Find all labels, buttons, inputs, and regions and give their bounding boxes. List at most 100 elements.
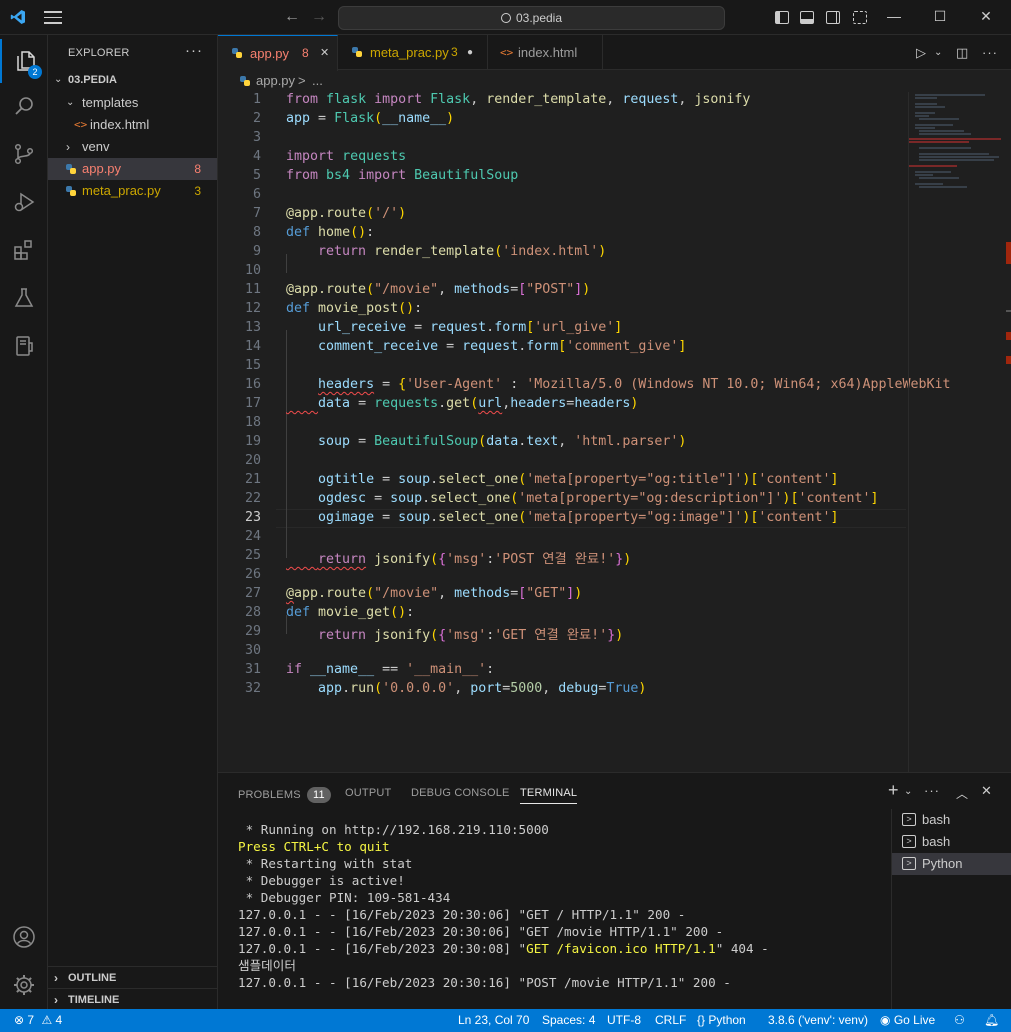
python-file-icon bbox=[240, 76, 250, 86]
outline-section[interactable]: › OUTLINE bbox=[48, 966, 217, 988]
timeline-section[interactable]: › TIMELINE bbox=[48, 988, 217, 1010]
unsaved-dot-icon: ● bbox=[467, 47, 474, 58]
code-line: @app.route("/movie", methods=["GET"]) bbox=[286, 586, 583, 601]
warning-count: 4 bbox=[55, 1013, 63, 1027]
chevron-right-icon: › bbox=[54, 971, 58, 985]
chevron-down-icon[interactable]: ⌄ bbox=[904, 786, 912, 797]
new-terminal-icon[interactable]: + bbox=[888, 780, 899, 801]
flask-icon bbox=[14, 288, 34, 307]
terminal-item-bash[interactable]: > bash bbox=[892, 809, 1011, 831]
chevron-down-icon[interactable]: ⌄ bbox=[934, 47, 942, 58]
breadcrumb: app.py > ... bbox=[218, 70, 1011, 92]
code-line: def movie_post(): bbox=[286, 301, 423, 316]
overview-error-marker bbox=[1006, 242, 1011, 264]
back-arrow-icon[interactable]: ← bbox=[284, 8, 300, 26]
toggle-panel-icon[interactable] bbox=[800, 11, 814, 24]
minimap[interactable] bbox=[908, 92, 1008, 772]
run-debug-activity[interactable] bbox=[0, 180, 48, 224]
remote-explorer-activity[interactable] bbox=[0, 324, 48, 368]
problems-status[interactable]: ⊗ 7 ⚠ 4 bbox=[14, 1009, 62, 1032]
encoding-status[interactable]: UTF-8 bbox=[607, 1009, 641, 1032]
warning-icon: ⚠ bbox=[41, 1013, 53, 1027]
close-tab-icon[interactable]: ✕ bbox=[320, 36, 329, 71]
explorer-badge: 2 bbox=[28, 65, 42, 79]
terminal-highlight: GET /favicon.ico HTTP/1.1 bbox=[526, 941, 716, 956]
tab-meta-prac-py[interactable]: meta_prac.py 3 ● bbox=[338, 35, 488, 70]
code-line: return render_template('index.html') bbox=[318, 244, 607, 259]
maximize-panel-icon[interactable]: ︿ bbox=[956, 785, 968, 802]
code-editor[interactable]: 1 2 3 4 5 6 7 8 9 10 11 12 13 14 15 16 17 18 19 20 21 22 23 24 2… bbox=[218, 92, 1011, 772]
forward-arrow-icon[interactable]: → bbox=[311, 8, 327, 26]
more-actions-icon[interactable]: ··· bbox=[185, 42, 203, 59]
manage-activity[interactable] bbox=[0, 963, 48, 1007]
line-number: 17 bbox=[244, 396, 261, 411]
explorer-title: EXPLORER bbox=[68, 47, 130, 59]
line-number: 21 bbox=[244, 472, 261, 487]
tab-output[interactable]: OUTPUT bbox=[345, 787, 391, 799]
tab-label: meta_prac.py bbox=[370, 45, 449, 60]
tab-terminal[interactable]: TERMINAL bbox=[520, 787, 578, 804]
language-mode[interactable]: {} Python bbox=[697, 1009, 746, 1032]
python-interpreter[interactable]: 3.8.6 ('venv': venv) bbox=[768, 1009, 868, 1032]
minimize-icon[interactable]: — bbox=[884, 8, 904, 24]
toggle-primary-sidebar-icon[interactable] bbox=[775, 11, 789, 24]
split-editor-icon[interactable]: ◫ bbox=[956, 45, 968, 61]
chevron-down-icon: ⌄ bbox=[54, 74, 63, 85]
source-control-activity[interactable] bbox=[0, 132, 48, 176]
breadcrumb-file[interactable]: app.py bbox=[256, 70, 295, 92]
line-number: 25 bbox=[244, 548, 261, 563]
more-actions-icon[interactable]: ··· bbox=[982, 45, 998, 60]
terminal-output[interactable]: * Running on http://192.168.219.110:5000… bbox=[238, 821, 769, 991]
more-actions-icon[interactable]: ··· bbox=[924, 783, 940, 798]
customize-layout-icon[interactable] bbox=[853, 11, 867, 24]
indentation-status[interactable]: Spaces: 4 bbox=[542, 1009, 595, 1032]
line-number: 22 bbox=[244, 491, 261, 506]
maximize-icon[interactable]: ☐ bbox=[930, 8, 950, 25]
line-number: 9 bbox=[252, 244, 261, 259]
feedback-icon[interactable]: ⚇ bbox=[954, 1009, 965, 1032]
breadcrumb-more[interactable]: ... bbox=[312, 70, 323, 92]
line-number: 4 bbox=[252, 149, 261, 164]
tab-problems[interactable]: PROBLEMS 11 bbox=[238, 787, 331, 803]
notifications-icon[interactable]: 🔔︎ bbox=[984, 1009, 999, 1032]
tab-index-html[interactable]: <> index.html bbox=[488, 35, 603, 70]
outline-label: OUTLINE bbox=[68, 972, 117, 984]
folder-root[interactable]: ⌄ 03.PEDIA bbox=[48, 69, 217, 91]
timeline-label: TIMELINE bbox=[68, 994, 120, 1006]
tab-label: app.py bbox=[250, 46, 290, 61]
testing-activity[interactable] bbox=[0, 276, 48, 320]
terminal-item-python[interactable]: > Python bbox=[892, 853, 1011, 875]
menu-icon[interactable] bbox=[44, 11, 62, 25]
go-live-button[interactable]: ◉ Go Live bbox=[880, 1009, 935, 1032]
gear-icon bbox=[14, 975, 34, 995]
tree-item-venv[interactable]: › venv bbox=[48, 136, 217, 158]
tree-item-index-html[interactable]: <> index.html bbox=[48, 114, 217, 136]
tab-debug-console[interactable]: DEBUG CONSOLE bbox=[411, 787, 510, 799]
tree-item-meta-prac-py[interactable]: meta_prac.py 3 bbox=[48, 180, 217, 202]
accounts-activity[interactable] bbox=[0, 915, 48, 959]
extensions-activity[interactable] bbox=[0, 228, 48, 272]
editor-tabs: app.py 8 ✕ meta_prac.py 3 ● <> index.htm… bbox=[218, 35, 1011, 71]
activity-bar: 2 bbox=[0, 35, 48, 1009]
close-panel-icon[interactable]: ✕ bbox=[981, 783, 992, 799]
tree-item-label: index.html bbox=[90, 117, 150, 132]
line-number: 2 bbox=[252, 111, 261, 126]
folder-root-label: 03.PEDIA bbox=[68, 74, 117, 86]
toggle-secondary-sidebar-icon[interactable] bbox=[826, 11, 840, 24]
cursor-position[interactable]: Ln 23, Col 70 bbox=[458, 1009, 529, 1032]
tree-item-app-py[interactable]: app.py 8 bbox=[48, 158, 217, 180]
line-number: 5 bbox=[252, 168, 261, 183]
terminal-line: 127.0.0.1 - - [16/Feb/2023 20:30:06] "GE… bbox=[238, 924, 724, 939]
run-file-icon[interactable]: ▷ bbox=[916, 45, 926, 61]
command-center-search[interactable]: 03.pedia bbox=[338, 6, 725, 30]
tree-item-templates[interactable]: ⌄ templates bbox=[48, 92, 217, 114]
tab-app-py[interactable]: app.py 8 ✕ bbox=[218, 35, 338, 71]
close-window-icon[interactable]: ✕ bbox=[976, 8, 996, 25]
error-icon: ⊗ bbox=[14, 1013, 25, 1027]
html-file-icon: <> bbox=[74, 118, 88, 131]
terminal-item-bash[interactable]: > bash bbox=[892, 831, 1011, 853]
search-activity[interactable] bbox=[0, 84, 48, 128]
eol-status[interactable]: CRLF bbox=[655, 1009, 686, 1032]
terminal-list: > bash > bash > Python bbox=[891, 809, 1011, 1009]
explorer-activity[interactable]: 2 bbox=[0, 39, 48, 83]
